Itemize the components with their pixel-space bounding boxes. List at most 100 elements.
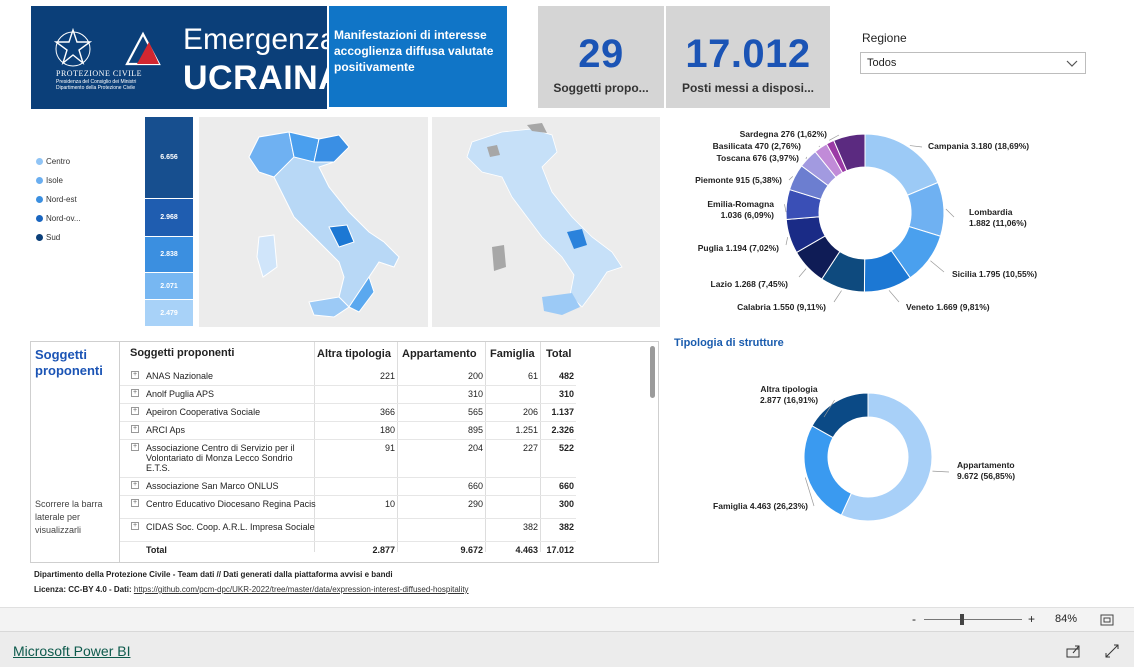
header-logo-block: PROTEZIONE CIVILE Presidenza del Consigl… — [31, 6, 343, 109]
fullscreen-icon[interactable] — [1105, 644, 1119, 658]
expand-icon[interactable]: + — [131, 407, 139, 415]
total-famiglia: 4.463 — [515, 545, 538, 555]
donut-data-label: Lazio 1.268 (7,45%) — [711, 279, 789, 289]
row-altra: 366 — [379, 407, 395, 417]
zoom-level: 84% — [1055, 613, 1078, 625]
stack-segment[interactable]: 2.838 — [145, 237, 193, 272]
total-total: 17.012 — [546, 545, 574, 555]
zoom-slider[interactable] — [924, 619, 1022, 620]
regions-donut-chart[interactable]: Campania 3.180 (18,69%) Lombardia1.882 (1… — [674, 117, 1134, 327]
tipologia-donut-chart[interactable]: Appartamento9.672 (56,85%) Famiglia 4.463… — [674, 352, 1134, 552]
org-subtitle: Presidenza del Consiglio dei Ministri Di… — [56, 79, 137, 91]
row-total: 482 — [558, 371, 574, 381]
kpi-value: 29 — [578, 32, 624, 76]
report-description: Manifestazioni di interesse accoglienza … — [329, 6, 507, 107]
donut-data-label: 2.877 (16,91%) — [760, 395, 818, 405]
row-name: Apeiron Cooperativa Sociale — [146, 407, 261, 417]
col-header-appartamento[interactable]: Appartamento — [402, 348, 488, 360]
col-header-soggetti[interactable]: Soggetti proponenti — [130, 348, 310, 359]
legend-label: Nord-est — [46, 195, 77, 204]
zoom-slider-thumb[interactable] — [960, 614, 964, 625]
zoom-bar: - + 84% — [0, 607, 1134, 631]
stack-segment[interactable]: 2.479 — [145, 300, 193, 326]
map-provinces[interactable] — [432, 117, 660, 327]
row-name: ANAS Nazionale — [146, 371, 214, 381]
tipologia-title: Tipologia di strutture — [674, 337, 784, 349]
row-name: ARCI Aps — [146, 425, 186, 435]
table-side-info: Soggetti proponenti Scorrere la barra la… — [31, 342, 119, 562]
region-slicer-dropdown[interactable]: Todos — [860, 52, 1086, 74]
matrix-table[interactable]: Soggetti proponenti Altra tipologia Appa… — [119, 342, 658, 562]
legend-item-isole[interactable]: Isole — [36, 176, 63, 185]
donut-data-label: Campania 3.180 (18,69%) — [928, 141, 1029, 151]
row-name: Anolf Puglia APS — [146, 389, 215, 399]
total-appartamento: 9.672 — [460, 545, 483, 555]
kpi-card-posti: 17.012 Posti messi a disposi... — [666, 6, 830, 108]
stack-segment[interactable]: 6.656 — [145, 117, 193, 198]
zoom-out-button[interactable]: - — [912, 612, 916, 626]
expand-icon[interactable]: + — [131, 389, 139, 397]
total-label: Total — [146, 545, 167, 555]
row-altra: 180 — [379, 425, 395, 435]
license-note: Licenza: CC-BY 4.0 - Dati: https://githu… — [34, 585, 469, 594]
col-header-total[interactable]: Total — [546, 348, 582, 360]
donut-data-label: Emilia-Romagna — [707, 199, 774, 209]
zoom-in-button[interactable]: + — [1028, 612, 1035, 626]
legend-item-sud[interactable]: Sud — [36, 233, 60, 242]
donut-data-label: Sicilia 1.795 (10,55%) — [952, 269, 1037, 279]
expand-icon[interactable]: + — [131, 522, 139, 530]
donut-slice-altra-tipologia[interactable] — [811, 392, 869, 439]
legend-label: Nord-ov... — [46, 214, 81, 223]
map-regions[interactable] — [199, 117, 428, 327]
footer: Microsoft Power BI — [0, 631, 1134, 667]
legend-dot-icon — [36, 177, 43, 184]
org-name: PROTEZIONE CIVILE — [56, 69, 143, 78]
kpi-value: 17.012 — [685, 32, 811, 76]
title-line1: Emergenza — [183, 23, 337, 56]
donut-data-label: Sardegna 276 (1,62%) — [740, 129, 828, 139]
row-altra: 10 — [384, 499, 395, 509]
table-scrollbar[interactable] — [650, 346, 655, 398]
region-slicer-label: Regione — [862, 31, 907, 45]
table-side-title: Soggetti proponenti — [35, 347, 103, 378]
republic-emblem-icon — [53, 28, 93, 67]
legend-label: Centro — [46, 157, 71, 166]
expand-icon[interactable]: + — [131, 481, 139, 489]
stack-segment[interactable]: 2.968 — [145, 199, 193, 236]
table-side-hint: Scorrere la barra laterale per visualizz… — [35, 499, 103, 535]
license-prefix: Licenza: CC-BY 4.0 - Dati: — [34, 585, 134, 594]
expand-icon[interactable]: + — [131, 499, 139, 507]
donut-data-label: Calabria 1.550 (9,11%) — [737, 302, 826, 312]
row-famiglia: 382 — [522, 522, 538, 532]
fit-to-page-icon[interactable] — [1100, 614, 1114, 626]
donut-slice-famiglia[interactable] — [803, 425, 852, 516]
row-famiglia: 206 — [522, 407, 538, 417]
legend-item-centro[interactable]: Centro — [36, 157, 70, 166]
col-header-altra[interactable]: Altra tipologia — [317, 348, 399, 360]
legend-item-nord-ovest[interactable]: Nord-ov... — [36, 214, 81, 223]
powerbi-brand-link[interactable]: Microsoft Power BI — [13, 643, 130, 659]
expand-icon[interactable]: + — [131, 425, 139, 433]
row-total: 310 — [558, 389, 574, 399]
legend-dot-icon — [36, 158, 43, 165]
donut-data-label: Veneto 1.669 (9,81%) — [906, 302, 990, 312]
expand-icon[interactable]: + — [131, 443, 139, 451]
row-appartamento: 565 — [467, 407, 483, 417]
stack-segment[interactable]: 2.071 — [145, 273, 193, 299]
share-icon[interactable] — [1066, 644, 1082, 658]
row-total: 300 — [558, 499, 574, 509]
data-source-link[interactable]: https://github.com/pcm-dpc/UKR-2022/tree… — [134, 585, 469, 594]
row-total: 660 — [558, 481, 574, 491]
row-total: 522 — [558, 443, 574, 453]
area-stacked-bar: 6.656 2.968 2.838 2.071 2.479 — [145, 117, 193, 327]
kpi-label: Soggetti propo... — [553, 81, 649, 95]
donut-data-label: Puglia 1.194 (7,02%) — [698, 243, 779, 253]
expand-icon[interactable]: + — [131, 371, 139, 379]
row-appartamento: 895 — [467, 425, 483, 435]
row-appartamento: 290 — [467, 499, 483, 509]
row-name: Centro Educativo Diocesano Regina Pacis — [146, 499, 316, 509]
donut-slice-campania[interactable] — [864, 133, 939, 196]
row-name: CIDAS Soc. Coop. A.R.L. Impresa Sociale — [146, 522, 315, 532]
col-header-famiglia[interactable]: Famiglia — [490, 348, 544, 360]
legend-item-nord-est[interactable]: Nord-est — [36, 195, 77, 204]
